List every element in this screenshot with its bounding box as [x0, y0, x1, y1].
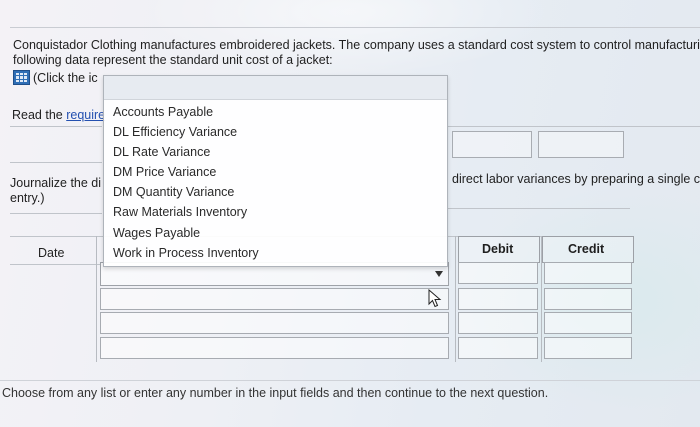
- credit-input-row-4[interactable]: [544, 337, 632, 359]
- account-option[interactable]: Accounts Payable: [104, 102, 447, 122]
- date-column-divider: [10, 264, 100, 265]
- debit-input-row-3[interactable]: [458, 312, 538, 334]
- account-input-row-4[interactable]: [100, 337, 449, 359]
- debit-column-rule: [541, 236, 542, 362]
- date-column-rule: [96, 236, 97, 362]
- account-option[interactable]: Raw Materials Inventory: [104, 202, 447, 222]
- intro-line-1: Conquistador Clothing manufactures embro…: [13, 38, 700, 52]
- status-message: Choose from any list or enter any number…: [2, 386, 549, 400]
- journalize-instruction-left: Journalize the di entry.): [10, 176, 101, 206]
- credit-input-row-2[interactable]: [544, 288, 632, 310]
- click-hint-text: (Click the ic: [33, 70, 98, 85]
- divider: [10, 162, 102, 163]
- account-option[interactable]: Wages Payable: [104, 223, 447, 243]
- account-option[interactable]: DM Price Variance: [104, 162, 447, 182]
- journalize-line-2: entry.): [10, 191, 45, 205]
- divider: [448, 208, 630, 209]
- account-option[interactable]: Work in Process Inventory: [104, 243, 447, 263]
- debit-input-row-1[interactable]: [458, 262, 538, 284]
- dropdown-blank-option[interactable]: [104, 76, 447, 100]
- mouse-pointer-icon: [428, 289, 442, 308]
- debit-input-row-2[interactable]: [458, 288, 538, 310]
- data-table-hint[interactable]: (Click the ic: [13, 70, 98, 85]
- header-divider: [10, 27, 700, 28]
- read-prefix: Read the: [12, 108, 67, 122]
- journalize-instruction-right: direct labor variances by preparing a si…: [452, 172, 700, 186]
- credit-input-row-3[interactable]: [544, 312, 632, 334]
- divider: [448, 126, 700, 127]
- account-option[interactable]: DM Quantity Variance: [104, 182, 447, 202]
- read-requirements-row: Read the require: [12, 108, 105, 122]
- credit-column-header: Credit: [568, 242, 605, 256]
- account-column-rule: [455, 236, 456, 362]
- date-column-header: Date: [38, 246, 65, 260]
- credit-input-row-1[interactable]: [544, 262, 632, 284]
- journalize-line-1: Journalize the di: [10, 176, 102, 190]
- divider: [10, 126, 102, 127]
- chevron-down-icon[interactable]: [435, 271, 443, 277]
- data-table-icon[interactable]: [13, 70, 30, 85]
- requirements-link[interactable]: require: [66, 108, 105, 122]
- debit-column-header: Debit: [482, 242, 514, 256]
- requirement-box: [538, 131, 624, 158]
- account-options-list: Accounts Payable DL Efficiency Variance …: [104, 102, 447, 263]
- account-option[interactable]: DL Rate Variance: [104, 142, 447, 162]
- question-intro: Conquistador Clothing manufactures embro…: [13, 38, 700, 68]
- intro-line-2: following data represent the standard un…: [13, 53, 333, 67]
- account-input-row-3[interactable]: [100, 312, 449, 334]
- requirement-box: [452, 131, 532, 158]
- account-dropdown-menu[interactable]: Accounts Payable DL Efficiency Variance …: [103, 75, 448, 267]
- footer-divider: [0, 380, 700, 381]
- account-input-row-2[interactable]: [100, 288, 449, 310]
- account-option[interactable]: DL Efficiency Variance: [104, 122, 447, 142]
- divider: [10, 213, 102, 214]
- debit-input-row-4[interactable]: [458, 337, 538, 359]
